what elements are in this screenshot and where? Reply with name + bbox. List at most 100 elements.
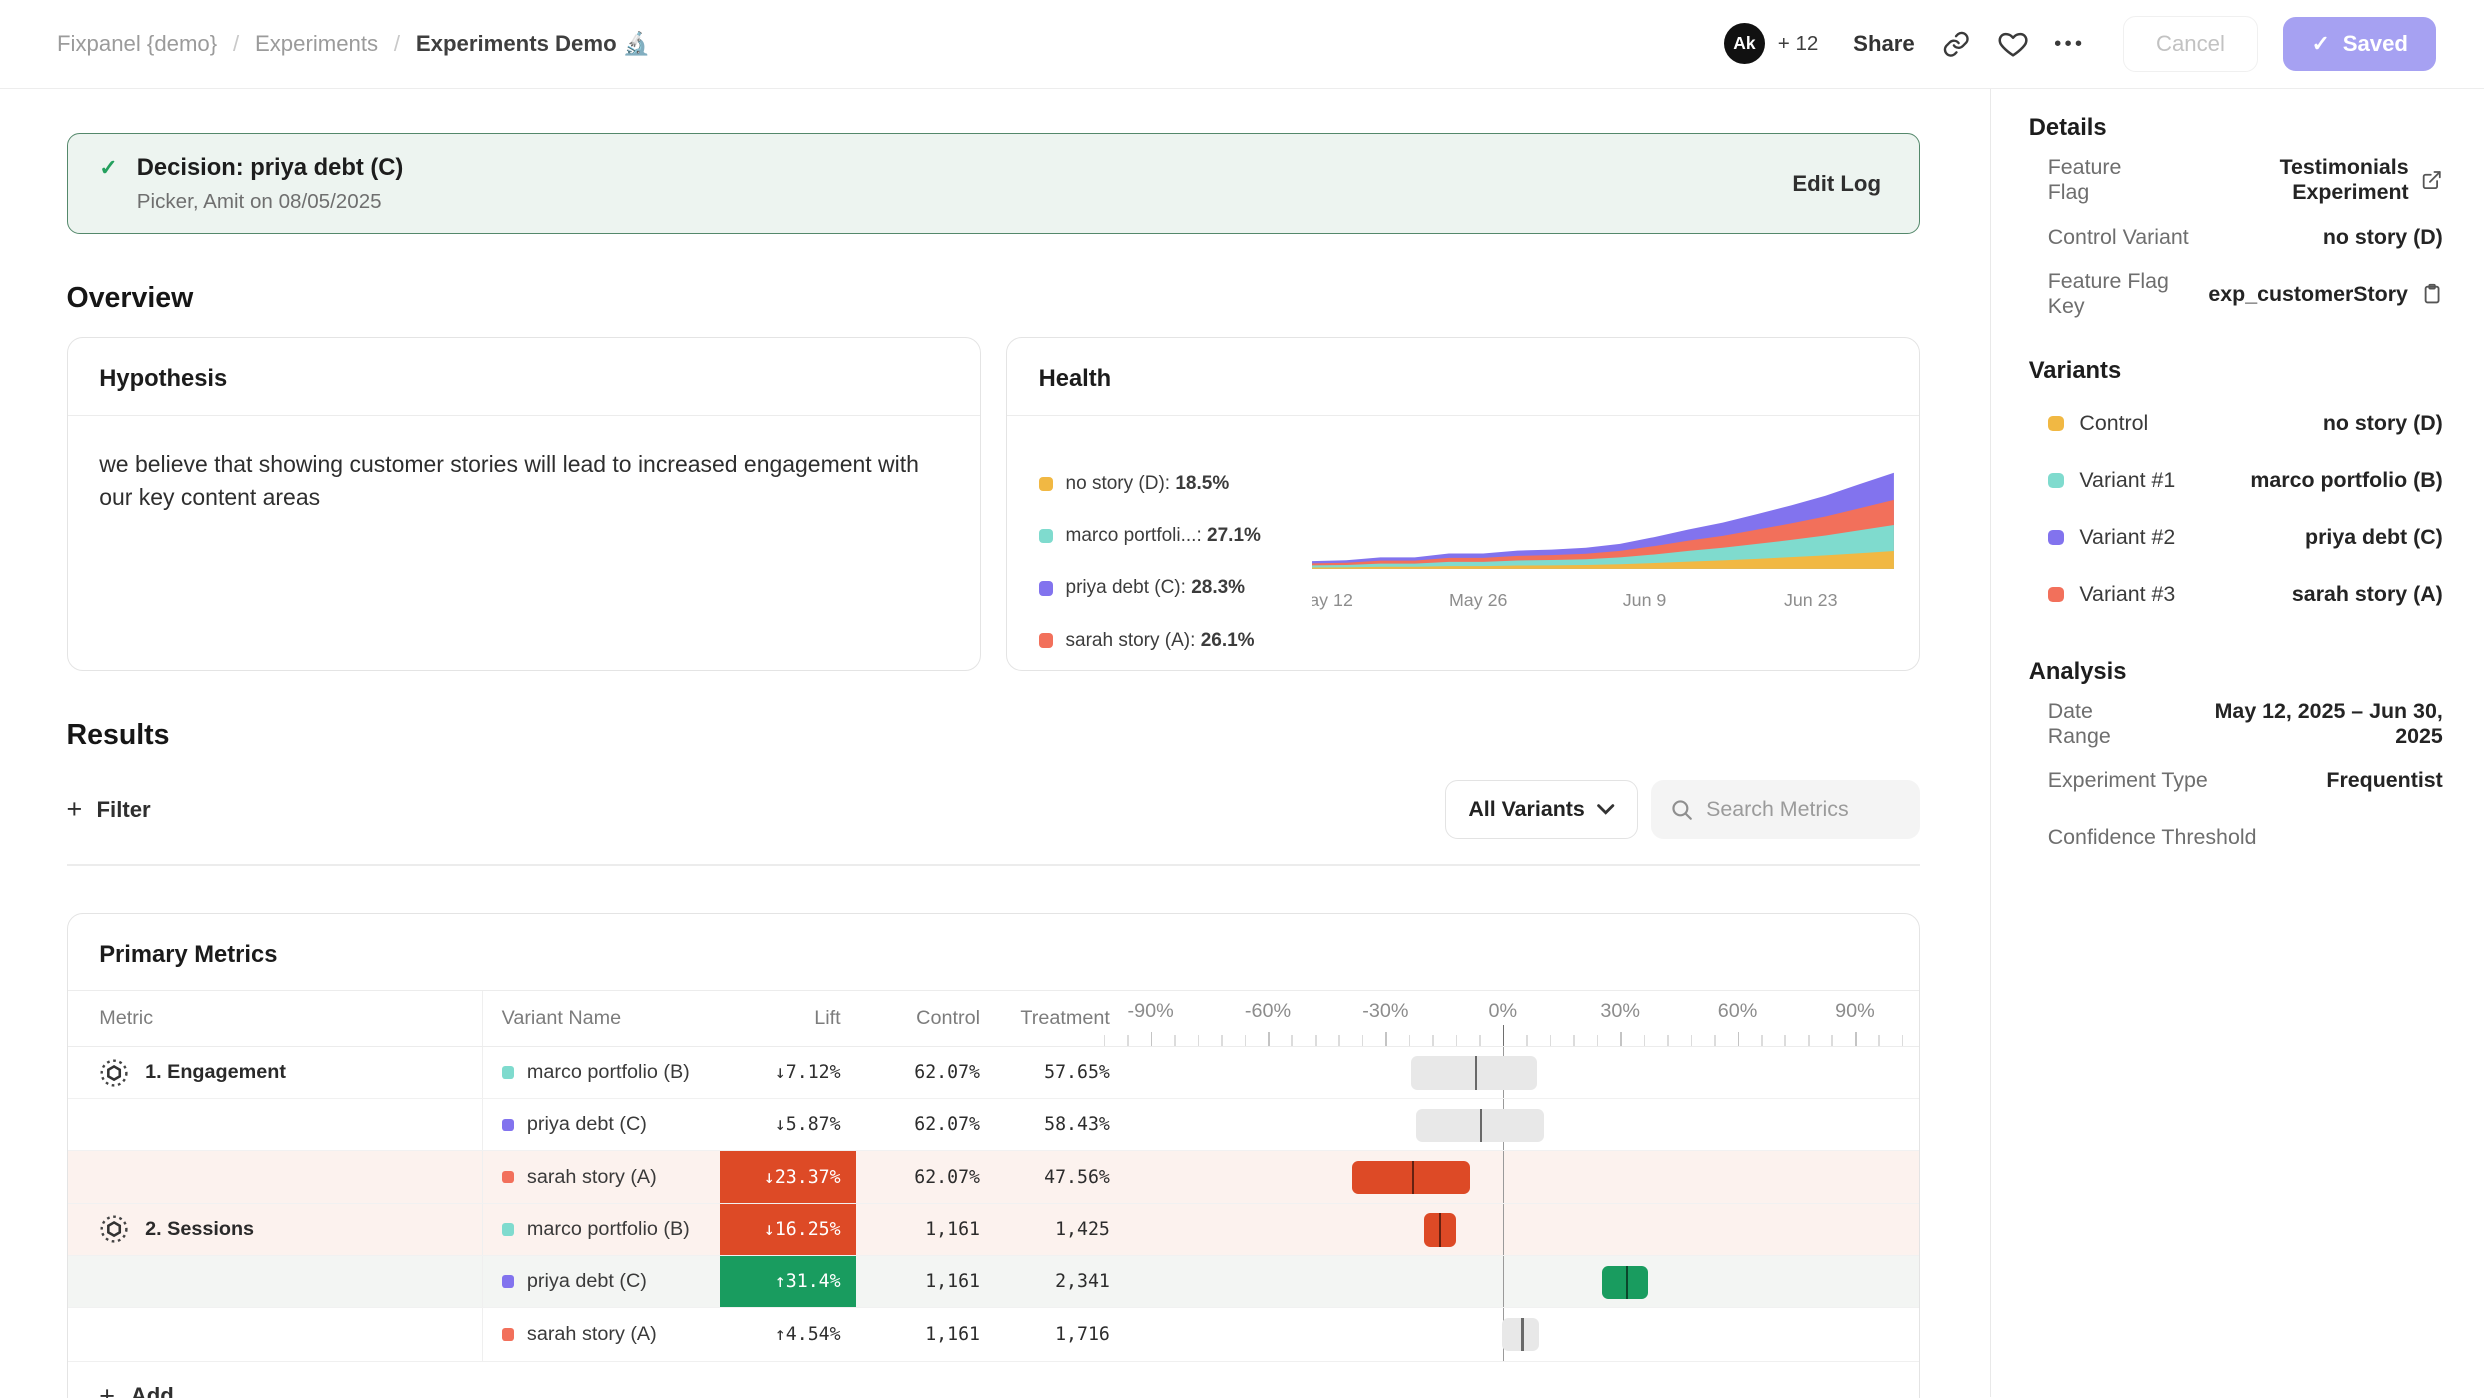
col-lift: Lift — [720, 991, 856, 1046]
ci-midpoint-tick — [1439, 1213, 1441, 1246]
health-area-chart: May 12May 26Jun 9Jun 23 — [1312, 438, 1894, 644]
filter-label: Filter — [97, 797, 151, 823]
external-link-icon[interactable] — [2421, 169, 2442, 191]
metric-table-row: sarah story (A)↑4.54%1,1611,716 — [68, 1308, 1919, 1360]
breadcrumb-project[interactable]: Fixpanel {demo} — [57, 31, 217, 57]
edit-log-button[interactable]: Edit Log — [1792, 171, 1881, 197]
ruler-tick — [1291, 1035, 1293, 1046]
metric-table-row: 1. Engagementmarco portfolio (B)↓7.12%62… — [68, 1047, 1919, 1099]
treatment-cell: 2,341 — [980, 1256, 1110, 1307]
analysis-label: Confidence Threshold — [2048, 825, 2257, 850]
analysis-label: Date Range — [2048, 699, 2162, 749]
health-axis-label: Jun 23 — [1784, 591, 1838, 611]
all-variants-dropdown[interactable]: All Variants — [1445, 780, 1638, 839]
variant-swatch — [502, 1171, 515, 1184]
control-cell: 62.07% — [856, 1099, 980, 1150]
variant-slot-label: Variant #1 — [2079, 468, 2175, 493]
metric-cell: 1. Engagement — [68, 1047, 483, 1098]
detail-row-feature-flag: Feature Flag Testimonials Experiment — [2029, 152, 2443, 209]
ruler-tick — [1855, 1032, 1857, 1046]
feature-flag-value[interactable]: Testimonials Experiment — [2165, 155, 2408, 205]
collaborator-count[interactable]: + 12 — [1778, 32, 1819, 56]
variant-row: Variant #1marco portfolio (B) — [2029, 452, 2443, 509]
cancel-button[interactable]: Cancel — [2123, 16, 2257, 73]
avatar[interactable]: Ak — [1724, 23, 1765, 64]
more-options-button[interactable]: ••• — [2054, 32, 2085, 56]
variant-color-swatch — [2048, 416, 2064, 432]
lift-value-highlighted: ↓23.37% — [720, 1151, 856, 1202]
ci-midpoint-tick — [1412, 1161, 1414, 1194]
health-legend-item: priya debt (C): 28.3% — [1039, 577, 1312, 599]
favorite-heart-icon[interactable] — [1997, 28, 2029, 60]
legend-label: marco portfoli...: 27.1% — [1066, 525, 1261, 547]
results-divider — [67, 864, 1920, 866]
lift-cell: ↑31.4% — [720, 1256, 856, 1307]
legend-value: 18.5% — [1175, 473, 1229, 494]
variant-cell: sarah story (A) — [483, 1151, 721, 1202]
breadcrumb-experiments[interactable]: Experiments — [255, 31, 378, 57]
variant-swatch — [502, 1119, 515, 1132]
health-axis-label: Jun 9 — [1622, 591, 1666, 611]
variant-swatch — [502, 1328, 515, 1341]
analysis-row-confidence-threshold: Confidence Threshold — [2029, 809, 2443, 866]
metric-cell — [68, 1099, 483, 1150]
health-axis-label: May 26 — [1449, 591, 1508, 611]
variants-section: Variants Controlno story (D)Variant #1ma… — [2029, 357, 2443, 623]
health-legend-item: no story (D): 18.5% — [1039, 473, 1312, 495]
ruler-tick — [1691, 1035, 1693, 1046]
metric-cell — [68, 1151, 483, 1202]
add-filter-button[interactable]: + Filter — [67, 794, 151, 825]
analysis-row-experiment-type: Experiment Type Frequentist — [2029, 752, 2443, 809]
variant-value: sarah story (A) — [2292, 582, 2443, 607]
results-heading: Results — [67, 719, 1920, 752]
clipboard-copy-icon[interactable] — [2421, 283, 2443, 305]
legend-swatch — [1039, 633, 1053, 647]
ci-chart-cell — [1110, 1047, 1919, 1098]
variants-list: Controlno story (D)Variant #1marco portf… — [2029, 395, 2443, 623]
ci-chart-cell — [1110, 1308, 1919, 1360]
metric-cell — [68, 1308, 483, 1360]
chevron-down-icon — [1597, 804, 1614, 815]
control-cell: 62.07% — [856, 1151, 980, 1202]
variant-color-swatch — [2048, 473, 2064, 489]
ruler-tick — [1644, 1035, 1646, 1046]
ci-chart-cell — [1110, 1099, 1919, 1150]
search-icon — [1670, 798, 1694, 822]
ruler-tick — [1245, 1035, 1247, 1046]
detail-row-control-variant: Control Variant no story (D) — [2029, 209, 2443, 266]
variant-cell: sarah story (A) — [483, 1308, 721, 1360]
search-metrics-input[interactable] — [1706, 797, 1896, 822]
ruler-tick — [1526, 1035, 1528, 1046]
legend-swatch — [1039, 581, 1053, 595]
variant-value: priya debt (C) — [2305, 525, 2443, 550]
primary-metrics-card: Primary Metrics Metric Variant Name Lift… — [67, 913, 1920, 1398]
variant-slot-label: Variant #3 — [2079, 582, 2175, 607]
main-content: ✓ Decision: priya debt (C) Picker, Amit … — [0, 89, 1990, 1398]
variant-name: sarah story (A) — [527, 1323, 657, 1346]
ruler-tick — [1878, 1035, 1880, 1046]
ruler-tick — [1151, 1032, 1153, 1046]
col-metric: Metric — [68, 991, 483, 1046]
ruler-tick — [1479, 1035, 1481, 1046]
metric-table-row: sarah story (A)↓23.37%62.07%47.56% — [68, 1151, 1919, 1203]
axis-tick-label: 60% — [1718, 1000, 1758, 1023]
axis-tick-label: 0% — [1488, 1000, 1517, 1023]
metric-table-row: priya debt (C)↑31.4%1,1612,341 — [68, 1256, 1919, 1308]
copy-link-icon[interactable] — [1940, 28, 1972, 60]
check-icon: ✓ — [2311, 31, 2330, 57]
add-metric-button[interactable]: + Add — [68, 1361, 1919, 1398]
ruler-tick — [1761, 1035, 1763, 1046]
axis-tick-label: -30% — [1362, 1000, 1408, 1023]
saved-button[interactable]: ✓ Saved — [2283, 17, 2437, 72]
variant-swatch — [502, 1066, 515, 1079]
hypothesis-text: we believe that showing customer stories… — [68, 416, 980, 546]
zero-axis-line — [1503, 1256, 1505, 1307]
variant-slot-label: Control — [2079, 411, 2148, 436]
ruler-tick — [1573, 1035, 1575, 1046]
metrics-table-body: 1. Engagementmarco portfolio (B)↓7.12%62… — [68, 1047, 1919, 1361]
col-treatment: Treatment — [980, 991, 1110, 1046]
share-button[interactable]: Share — [1853, 31, 1915, 57]
variant-cell: priya debt (C) — [483, 1256, 721, 1307]
ruler-tick — [1831, 1035, 1833, 1046]
experiment-type-value: Frequentist — [2326, 768, 2442, 793]
